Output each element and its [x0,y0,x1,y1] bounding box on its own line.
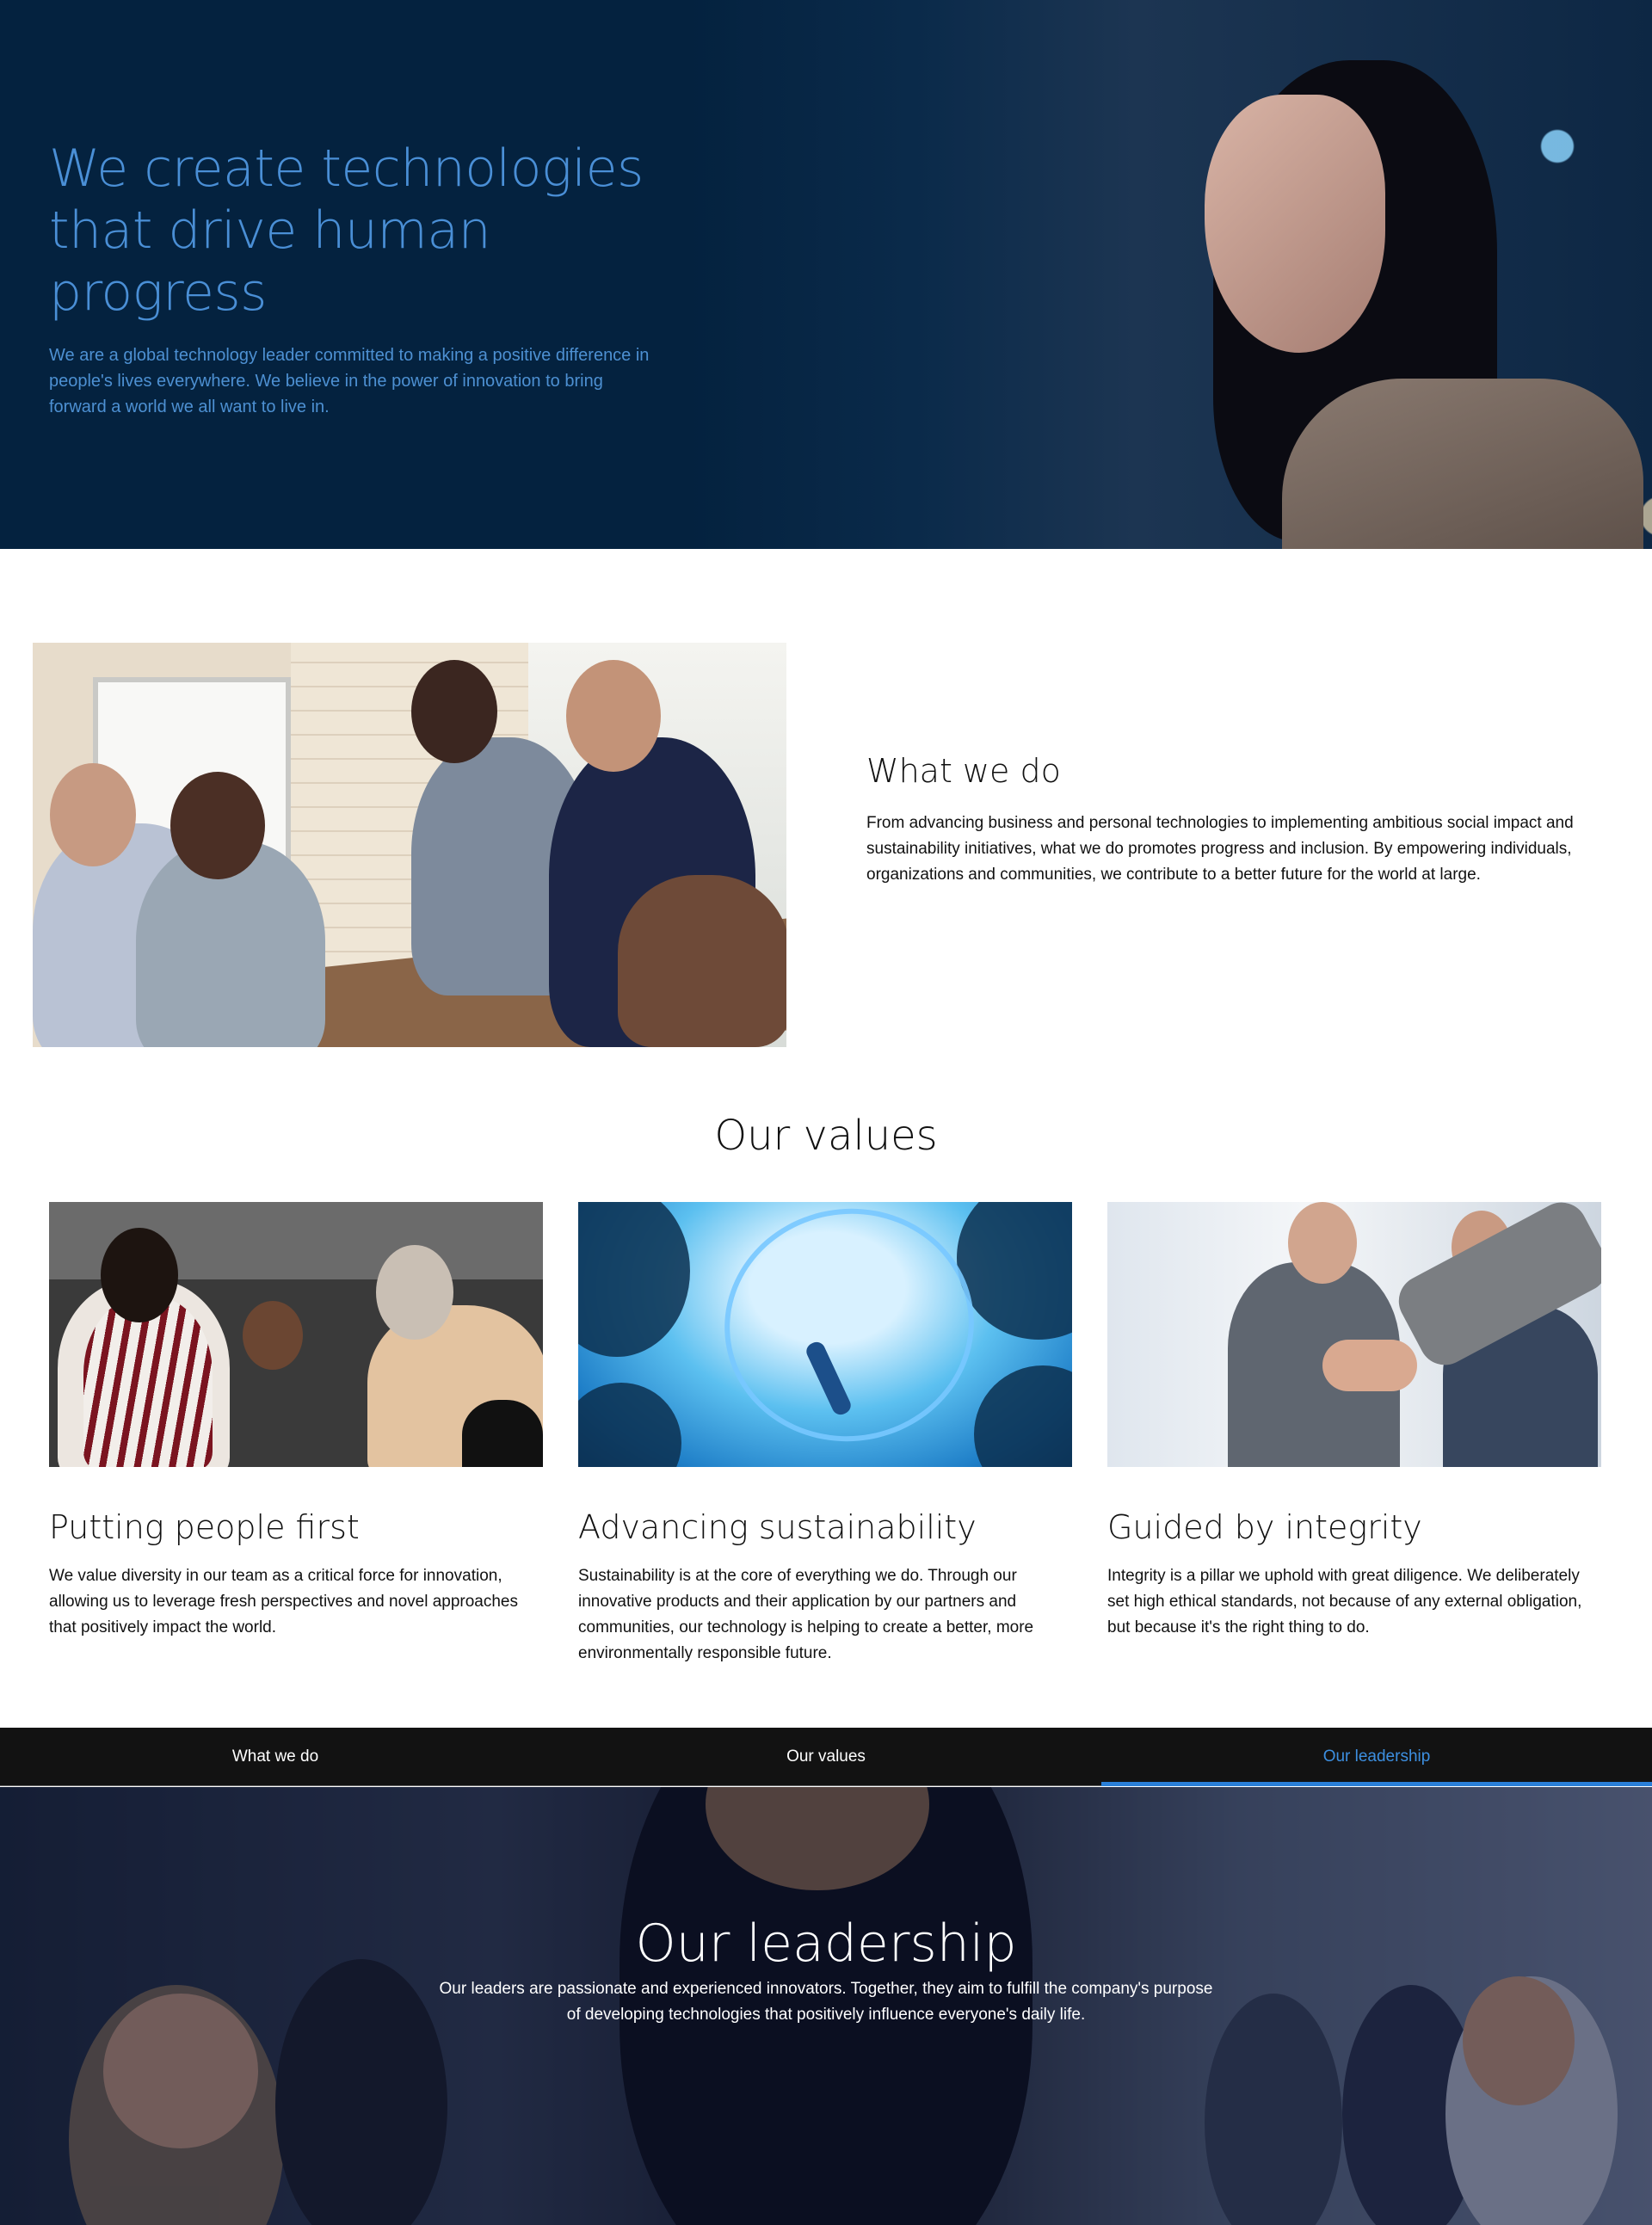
value-title-integrity: Guided by integrity [1107,1508,1422,1546]
tab-what-we-do[interactable]: What we do [0,1728,551,1785]
value-card-sustainability: Advancing sustainability Sustainability … [578,1202,1072,1667]
hero-subtitle: We are a global technology leader commit… [49,346,650,416]
value-card-integrity: Guided by integrity Integrity is a pilla… [1107,1202,1601,1641]
hero-text-block: We create technologies that drive human … [49,138,669,420]
ocean-diver-photo [578,1202,1072,1467]
value-body-sustainability: Sustainability is at the core of everyth… [578,1567,1034,1662]
tab-our-leadership[interactable]: Our leadership [1101,1728,1652,1786]
hero-city-woman-photo [688,0,1652,549]
section-tab-bar: What we do Our values Our leadership [0,1728,1652,1786]
hero-title-line-2: that drive human progress [49,200,491,323]
what-we-do-heading: What we do [866,752,1061,790]
value-body-people: We value diversity in our team as a crit… [49,1567,518,1636]
handshake-photo [1107,1202,1601,1467]
value-card-people: Putting people first We value diversity … [49,1202,543,1641]
hero-title: We create technologies that drive human … [49,138,669,324]
leadership-text: Our leadership Our leaders are passionat… [0,1914,1652,2028]
leadership-heading: Our leadership [635,1914,1017,1974]
leadership-body: Our leaders are passionate and experienc… [439,1980,1213,2024]
leadership-banner: Our leadership Our leaders are passionat… [0,1787,1652,2225]
people-first-photo [49,1202,543,1467]
what-we-do-body: From advancing business and personal tec… [866,814,1574,884]
hero-banner: We create technologies that drive human … [0,0,1652,549]
value-body-integrity: Integrity is a pillar we uphold with gre… [1107,1567,1582,1636]
value-title-sustainability: Advancing sustainability [578,1508,977,1546]
value-title-people: Putting people first [49,1508,360,1546]
team-meeting-photo [33,643,786,1047]
hero-title-line-1: We create technologies [49,139,644,199]
tab-our-values[interactable]: Our values [551,1728,1101,1785]
values-heading: Our values [714,1112,938,1160]
what-we-do-text: What we do From advancing business and p… [866,750,1624,888]
